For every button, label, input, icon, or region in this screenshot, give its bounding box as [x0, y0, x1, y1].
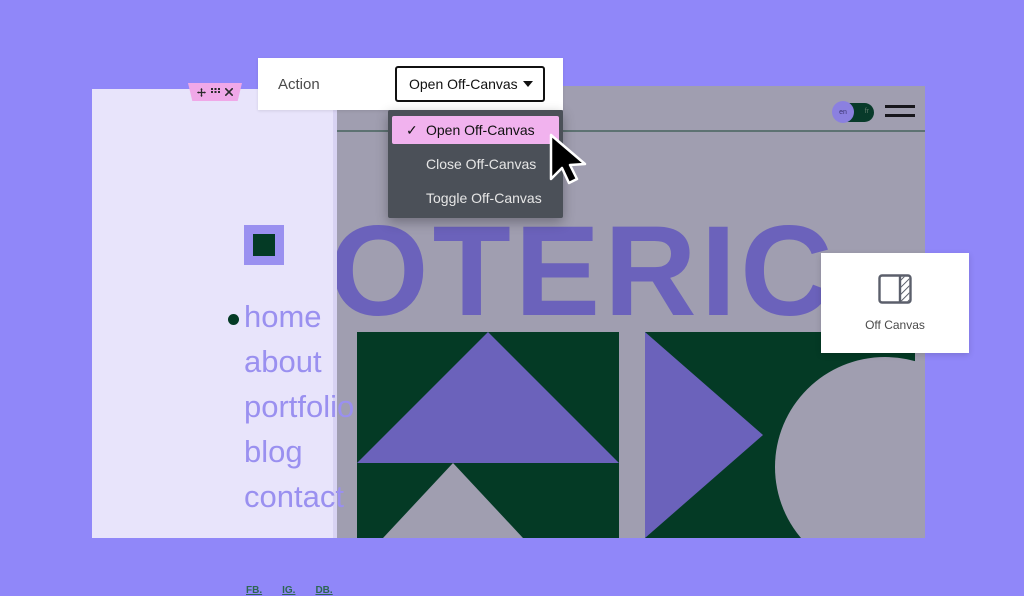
nav-item-portfolio[interactable]: portfolio: [244, 384, 354, 429]
screen: OTERIC en fr home about portfolio blog c…: [0, 0, 1024, 596]
check-icon: ✓: [406, 121, 418, 138]
off-canvas-icon: [878, 274, 912, 304]
social-link-facebook[interactable]: FB.: [246, 585, 262, 596]
widget-toolbar[interactable]: [188, 83, 242, 101]
social-link-dribbble[interactable]: DB.: [315, 585, 332, 596]
hamburger-bar: [885, 105, 915, 108]
nav-label: contact: [244, 479, 344, 514]
off-canvas-widget-card[interactable]: Off Canvas: [821, 253, 969, 353]
language-toggle-inactive-label: fr: [864, 108, 869, 115]
nav-label: blog: [244, 434, 303, 469]
dropdown-option-close-off-canvas[interactable]: Close Off-Canvas: [388, 150, 563, 178]
purple-arrow-shape: [645, 332, 763, 538]
hamburger-bar: [885, 114, 915, 117]
nav-item-blog[interactable]: blog: [244, 429, 354, 474]
dropdown-option-label: Toggle Off-Canvas: [426, 190, 542, 206]
gray-triangle-shape: [383, 463, 523, 538]
pointer-cursor-icon: [549, 133, 587, 185]
site-logo[interactable]: [244, 225, 284, 265]
action-label: Action: [278, 75, 320, 93]
action-dropdown-menu: ✓ Open Off-Canvas Close Off-Canvas Toggl…: [388, 110, 563, 218]
action-select[interactable]: Open Off-Canvas: [395, 66, 545, 102]
hamburger-icon[interactable]: [885, 103, 915, 121]
active-bullet-icon: [228, 314, 239, 325]
action-bar: Action Open Off-Canvas: [258, 58, 563, 110]
hero-heading: OTERIC: [337, 200, 837, 343]
nav-label: home: [244, 299, 322, 334]
nav-item-about[interactable]: about: [244, 339, 354, 384]
gray-circle-shape: [775, 357, 915, 538]
close-icon[interactable]: [225, 88, 233, 96]
purple-triangle-shape: [357, 332, 619, 463]
dropdown-option-toggle-off-canvas[interactable]: Toggle Off-Canvas: [388, 184, 563, 212]
chevron-down-icon: [523, 81, 533, 87]
off-canvas-widget-label: Off Canvas: [865, 318, 925, 332]
nav-item-home[interactable]: home: [228, 294, 354, 339]
offcanvas-nav: home about portfolio blog contact: [228, 294, 354, 519]
language-toggle[interactable]: en fr: [832, 101, 874, 123]
dropdown-option-open-off-canvas[interactable]: ✓ Open Off-Canvas: [392, 116, 559, 144]
nav-label: portfolio: [244, 389, 355, 424]
nav-item-contact[interactable]: contact: [244, 474, 354, 519]
offcanvas-panel: home about portfolio blog contact FB. IG…: [92, 89, 354, 596]
nav-label: about: [244, 344, 322, 379]
move-icon[interactable]: [197, 87, 206, 97]
social-links: FB. IG. DB.: [246, 585, 333, 596]
dropdown-option-label: Open Off-Canvas: [426, 122, 535, 138]
language-toggle-knob: en: [832, 101, 854, 123]
arrow-circle-panel: [645, 332, 915, 538]
triangle-panel: [357, 332, 619, 538]
action-select-value: Open Off-Canvas: [409, 76, 518, 92]
grid-handle-icon[interactable]: [211, 88, 220, 96]
dropdown-option-label: Close Off-Canvas: [426, 156, 537, 172]
social-link-instagram[interactable]: IG.: [282, 585, 295, 596]
logo-inner-square: [253, 234, 275, 256]
